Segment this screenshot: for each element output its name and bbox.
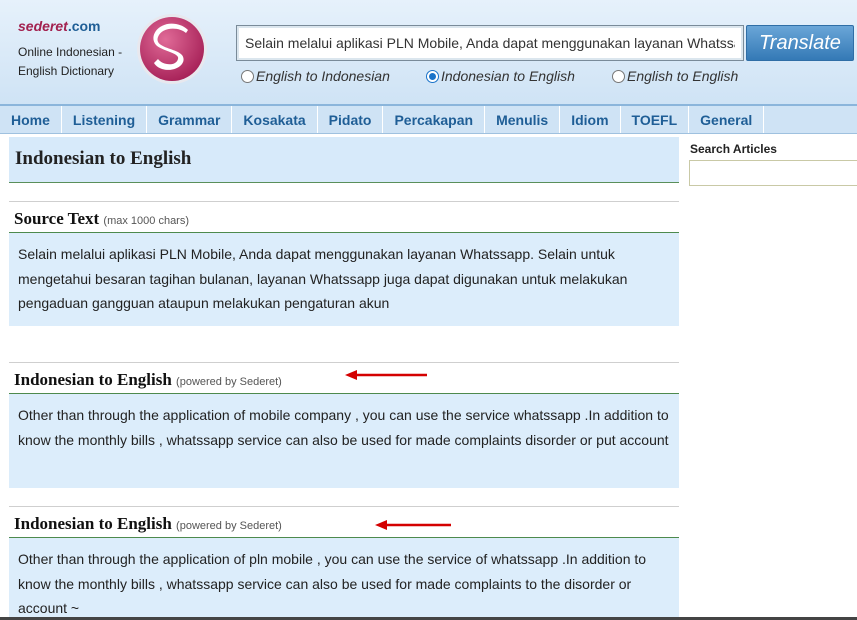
main-nav: Home Listening Grammar Kosakata Pidato P… bbox=[0, 104, 857, 134]
radio-label: English to Indonesian bbox=[256, 68, 390, 84]
nav-item-kosakata[interactable]: Kosakata bbox=[232, 106, 318, 133]
result-header-2: Indonesian to English (powered by Sedere… bbox=[9, 506, 679, 538]
red-arrow-icon bbox=[345, 370, 427, 380]
radio-indonesian-to-english[interactable]: Indonesian to English bbox=[426, 68, 575, 84]
translate-input-box bbox=[236, 25, 744, 61]
radio-circle-checked[interactable] bbox=[426, 69, 439, 83]
result-title-1: Indonesian to English (powered by Sedere… bbox=[14, 370, 282, 390]
source-text-content: Selain melalui aplikasi PLN Mobile, Anda… bbox=[9, 233, 679, 326]
radio-label: English to English bbox=[627, 68, 739, 84]
translate-input[interactable] bbox=[237, 26, 743, 60]
result-title-2: Indonesian to English (powered by Sedere… bbox=[14, 514, 282, 534]
sederet-s-logo-icon[interactable] bbox=[136, 13, 208, 85]
source-text-header: Source Text (max 1000 chars) bbox=[9, 201, 679, 233]
nav-item-pidato[interactable]: Pidato bbox=[318, 106, 384, 133]
site-header: sederet.com Online Indonesian - English … bbox=[0, 0, 857, 104]
source-text-title: Source Text (max 1000 chars) bbox=[14, 209, 189, 229]
page-title-bar: Indonesian to English bbox=[9, 137, 679, 183]
brand-tagline: Online Indonesian - English Dictionary bbox=[18, 43, 122, 81]
nav-item-listening[interactable]: Listening bbox=[62, 106, 148, 133]
source-subtitle: (max 1000 chars) bbox=[103, 215, 190, 227]
nav-item-grammar[interactable]: Grammar bbox=[147, 106, 233, 133]
result-subtitle: (powered by Sederet) bbox=[176, 520, 282, 532]
nav-item-general[interactable]: General bbox=[689, 106, 765, 133]
page-title: Indonesian to English bbox=[15, 148, 192, 169]
nav-item-idiom[interactable]: Idiom bbox=[560, 106, 621, 133]
radio-circle[interactable] bbox=[612, 69, 625, 83]
search-articles-label: Search Articles bbox=[690, 142, 777, 156]
search-articles-input[interactable] bbox=[689, 160, 857, 186]
red-arrow-icon bbox=[375, 520, 451, 530]
radio-english-to-indonesian[interactable]: English to Indonesian bbox=[241, 68, 390, 84]
translate-button[interactable]: Translate bbox=[746, 25, 854, 61]
result-title-text: Indonesian to English bbox=[14, 514, 172, 533]
brand-name-part1: sederet bbox=[18, 18, 68, 34]
result-content-2: Other than through the application of pl… bbox=[9, 538, 679, 620]
nav-item-percakapan[interactable]: Percakapan bbox=[383, 106, 486, 133]
tagline-line1: Online Indonesian - bbox=[18, 45, 123, 59]
radio-label: Indonesian to English bbox=[441, 68, 575, 84]
tagline-line2: English Dictionary bbox=[18, 64, 115, 78]
nav-item-toefl[interactable]: TOEFL bbox=[621, 106, 690, 133]
result-header-1: Indonesian to English (powered by Sedere… bbox=[9, 362, 679, 394]
nav-item-menulis[interactable]: Menulis bbox=[485, 106, 561, 133]
radio-circle[interactable] bbox=[241, 69, 254, 83]
source-title-text: Source Text bbox=[14, 209, 100, 228]
brand-name-part2: .com bbox=[67, 18, 101, 34]
result-subtitle: (powered by Sederet) bbox=[176, 376, 282, 388]
result-title-text: Indonesian to English bbox=[14, 370, 172, 389]
result-content-1: Other than through the application of mo… bbox=[9, 394, 679, 488]
nav-item-home[interactable]: Home bbox=[0, 106, 62, 133]
radio-english-to-english[interactable]: English to English bbox=[612, 68, 738, 84]
brand-name[interactable]: sederet.com bbox=[18, 18, 101, 34]
